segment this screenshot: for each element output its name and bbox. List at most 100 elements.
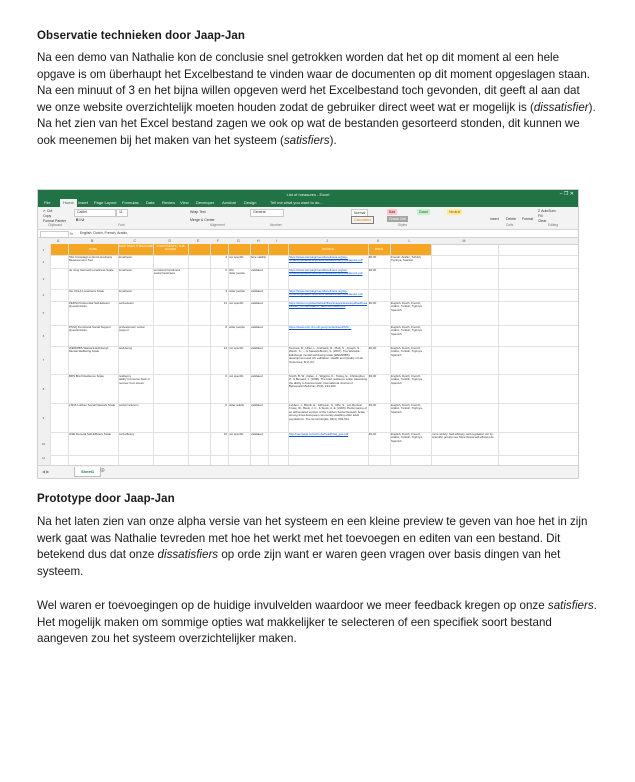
- table-cell: Tennant, R., Hiller, L., Fishwick, R., P…: [289, 347, 364, 364]
- grid-column-line: [578, 244, 579, 466]
- ribbon-tab: Data: [146, 200, 155, 205]
- table-cell: social inclusion: [119, 404, 139, 407]
- excel-window-title: List of measures - Excel: [286, 192, 330, 197]
- table-cell: SSL Campaign to End Loneliness Measureme…: [69, 256, 113, 263]
- table-cell: validated: [251, 302, 263, 305]
- row-number: 4: [42, 293, 45, 297]
- table-cell: validated: [251, 433, 263, 436]
- row-number: 1: [42, 247, 45, 252]
- table-cell: 3: [225, 290, 227, 293]
- table-cell: GSE General Self-Efficacy Scale: [69, 433, 112, 436]
- table-cell: not specific: [229, 433, 244, 436]
- font-name-box: Calibri: [74, 209, 116, 217]
- table-cell: 6: [225, 269, 227, 272]
- ribbon-tab: Formulas: [122, 200, 139, 205]
- table-cell: €0,00: [369, 433, 377, 436]
- window-controls: – ❐ ✕: [559, 191, 574, 197]
- sheet-grid: NAME WHAT DOES IT MEASURE COMPONENTS / SUB…: [38, 244, 578, 466]
- table-cell: 6: [225, 375, 227, 378]
- table-cell: English, Dutch, French, Arabic, Turkish,…: [391, 404, 423, 414]
- group-label-editing: Editing: [548, 223, 559, 227]
- group-label-alignment: Alignment: [210, 223, 225, 227]
- section-heading-observatie: Observatie technieken door Jaap-Jan: [37, 30, 246, 42]
- font-size-box: 11: [116, 209, 128, 217]
- section-heading-prototype: Prototype door Jaap-Jan: [37, 493, 175, 505]
- group-label-font: Font: [118, 223, 125, 227]
- table-cell: validated: [251, 290, 263, 293]
- table-cell: Old older people: [229, 269, 245, 276]
- tell-me-box: Tell me what you want to do...: [270, 200, 323, 205]
- table-cell: 10: [223, 433, 227, 436]
- table-cell: 6: [225, 404, 227, 407]
- table-cell: validated: [251, 269, 263, 272]
- format-button: Format: [522, 217, 534, 221]
- table-cell: loneliness: [119, 269, 132, 272]
- table-cell: not specific: [229, 302, 244, 305]
- formula-bar: fx English, Dutch, French, Arabic,: [38, 230, 578, 238]
- delete-button: Delete: [506, 217, 517, 221]
- wrap-text-button: Wrap Text: [190, 210, 206, 214]
- table-cell: 8: [225, 326, 227, 329]
- ribbon-tab: File: [44, 200, 51, 205]
- table-cell: self-esteem: [119, 302, 134, 305]
- table-cell: self-efficacy: [119, 433, 135, 436]
- table-cell: not specific: [229, 256, 244, 259]
- ribbon-tab: Home: [60, 199, 77, 207]
- table-cell: validated: [251, 404, 263, 407]
- grid-row-line: [50, 455, 578, 456]
- table-header-cell: WHAT DOES IT MEASURE: [118, 244, 153, 248]
- sheet-tab-bar: ◀ ▶ Sheet1 ⊕: [38, 465, 578, 478]
- style-calculation: Calculation: [351, 216, 375, 224]
- table-cell: English, Dutch, French, Arabic, Turkish,…: [391, 347, 423, 357]
- table-cell: €0,00: [369, 269, 377, 272]
- table-cell: resiliency ability to bounce back or rec…: [119, 375, 151, 385]
- style-neutral: Neutral: [447, 209, 463, 215]
- table-cell: €0,00: [369, 347, 377, 350]
- formula-value: English, Dutch, French, Arabic,: [80, 231, 129, 235]
- row-number: 10: [41, 441, 46, 446]
- table-cell: 13: [223, 302, 227, 305]
- fx-icon: fx: [70, 231, 74, 236]
- table-cell: https://www.campaigntoendloneliness.org/…: [289, 290, 363, 297]
- sheet-nav-arrows: ◀ ▶: [42, 469, 50, 474]
- paragraph-prototype-2: Wel waren er toevoegingen op de huidige …: [37, 599, 597, 645]
- ribbon-tabs: File Home Insert Page Layout Formulas Data Rev…: [38, 199, 578, 207]
- group-label-cells: Cells: [506, 223, 514, 227]
- table-cell: validated: [251, 326, 263, 329]
- row-number: 7: [42, 358, 45, 362]
- table-cell: well-being: [119, 347, 133, 350]
- table-cell: €0,00: [369, 256, 377, 259]
- insert-button: Insert: [490, 217, 499, 221]
- row-number: 11: [41, 455, 46, 460]
- table-cell: Lubben, J., Blozik, E., Gillmann, G., Il…: [289, 404, 367, 421]
- table-cell: not specific: [229, 347, 244, 350]
- row-number: 8: [42, 386, 45, 391]
- table-header-cell: PRICE: [374, 247, 384, 251]
- table-cell: not specific: [229, 375, 244, 378]
- table-cell: loneliness: [119, 290, 132, 293]
- table-cell: 14: [223, 347, 227, 350]
- table-cell: PERSI Preferential Self-Esteem Questionn…: [69, 302, 110, 309]
- table-cell: French, Arabic, Turkish, Tigrinya, Spani…: [391, 256, 422, 263]
- table-header-cell: SOURCE: [322, 247, 334, 251]
- table-cell: https://www.ncbi.nlm.nih.gov/pmc/article…: [289, 326, 352, 329]
- table-cell: https://www.campaigntoendloneliness.org/…: [289, 256, 363, 263]
- bold-italic-underline: B I U: [76, 218, 84, 222]
- add-sheet-icon: ⊕: [100, 468, 106, 474]
- table-cell: WEMWBS Warwick-Edinburgh Mental Wellbein…: [69, 347, 109, 354]
- table-cell: €0,00: [369, 302, 377, 305]
- ribbon-tab: Review: [162, 200, 176, 205]
- row-number: 5: [42, 311, 45, 315]
- table-cell: Smith, B. W., Dalen, J., Wiggins, K., To…: [289, 375, 367, 389]
- sheet-tab-sheet1: Sheet1: [74, 467, 102, 477]
- ribbon-tab: Developer: [196, 200, 215, 205]
- paragraph-prototype-1: Na het laten zien van onze alpha versie …: [37, 515, 588, 578]
- style-good: Good: [417, 209, 430, 215]
- table-cell: BRS Brief Resilience Scale: [69, 375, 104, 378]
- table-cell: older adults: [229, 404, 244, 407]
- row-number: 6: [42, 333, 45, 338]
- excel-screenshot: List of measures - Excel – ❐ ✕ File Home I…: [37, 189, 579, 479]
- table-header-cell: NAME: [88, 247, 98, 251]
- table-cell: professional / social support: [119, 326, 145, 333]
- ribbon-tab: Insert: [78, 200, 89, 205]
